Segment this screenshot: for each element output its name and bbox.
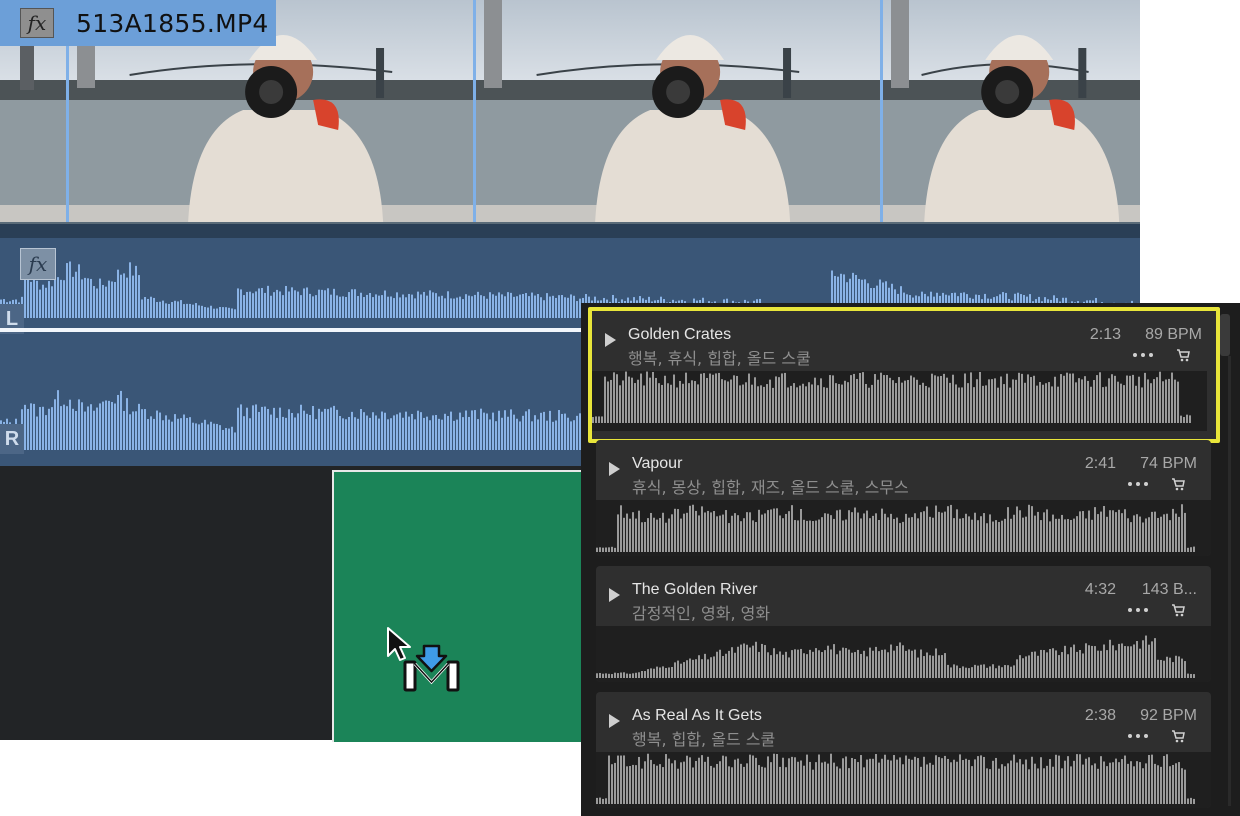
track-duration: 2:38 xyxy=(1084,707,1116,724)
music-track-card[interactable]: The Golden River 감정적인, 영화, 영화 4:32 143 B… xyxy=(596,566,1211,682)
clip-header[interactable]: fx 513A1855.MP4 xyxy=(0,0,276,46)
video-track[interactable]: fx 513A1855.MP4 xyxy=(0,0,1140,224)
cart-icon[interactable] xyxy=(1171,729,1185,743)
video-thumbnail xyxy=(883,0,1140,222)
more-icon[interactable] xyxy=(1128,482,1148,486)
panel-scrollbar[interactable] xyxy=(1228,356,1231,806)
track-duration: 4:32 xyxy=(1084,581,1116,598)
play-icon[interactable] xyxy=(609,588,620,602)
insert-cursor-icon xyxy=(384,626,466,701)
channel-label-right: R xyxy=(0,424,24,454)
panel-scroll-handle[interactable] xyxy=(1220,314,1230,356)
cart-icon[interactable] xyxy=(1171,477,1185,491)
more-icon[interactable] xyxy=(1128,734,1148,738)
track-tags: 휴식, 몽상, 힙합, 재즈, 올드 스쿨, 스무스 xyxy=(632,478,909,497)
track-title: Golden Crates xyxy=(628,326,732,343)
music-track-card[interactable]: As Real As It Gets 행복, 힙합, 올드 스쿨 2:38 92… xyxy=(596,692,1211,808)
track-title: As Real As It Gets xyxy=(632,707,762,724)
track-title: The Golden River xyxy=(632,581,758,598)
play-icon[interactable] xyxy=(609,462,620,476)
cart-icon[interactable] xyxy=(1171,603,1185,617)
more-icon[interactable] xyxy=(1133,353,1153,357)
video-thumbnail xyxy=(476,0,880,222)
cart-icon[interactable] xyxy=(1176,348,1190,362)
fx-icon[interactable]: fx xyxy=(20,248,56,280)
music-track-card[interactable]: Golden Crates 행복, 휴식, 힙합, 올드 스쿨 2:13 89 … xyxy=(588,307,1220,443)
track-waveform[interactable] xyxy=(592,371,1207,431)
track-waveform[interactable] xyxy=(596,752,1211,808)
track-duration: 2:41 xyxy=(1084,455,1116,472)
clip-name: 513A1855.MP4 xyxy=(76,8,269,38)
track-waveform[interactable] xyxy=(596,500,1211,556)
fx-icon[interactable]: fx xyxy=(20,8,54,38)
empty-timeline-area[interactable] xyxy=(0,466,600,742)
drop-target-highlight[interactable] xyxy=(332,470,596,742)
more-icon[interactable] xyxy=(1128,608,1148,612)
track-bpm: 74 BPM xyxy=(1140,455,1197,472)
play-icon[interactable] xyxy=(609,714,620,728)
track-tags: 행복, 휴식, 힙합, 올드 스쿨 xyxy=(628,349,811,368)
track-bpm: 89 BPM xyxy=(1145,326,1202,343)
audio-track-gap xyxy=(0,224,1140,238)
play-icon[interactable] xyxy=(605,333,616,347)
track-bpm: 92 BPM xyxy=(1140,707,1197,724)
music-track-card[interactable]: Vapour 휴식, 몽상, 힙합, 재즈, 올드 스쿨, 스무스 2:41 7… xyxy=(596,440,1211,556)
track-duration: 2:13 xyxy=(1089,326,1121,343)
track-tags: 행복, 힙합, 올드 스쿨 xyxy=(632,730,776,749)
track-tags: 감정적인, 영화, 영화 xyxy=(632,604,771,623)
track-bpm: 143 B... xyxy=(1141,581,1197,598)
track-waveform[interactable] xyxy=(596,626,1211,682)
track-title: Vapour xyxy=(632,455,683,472)
